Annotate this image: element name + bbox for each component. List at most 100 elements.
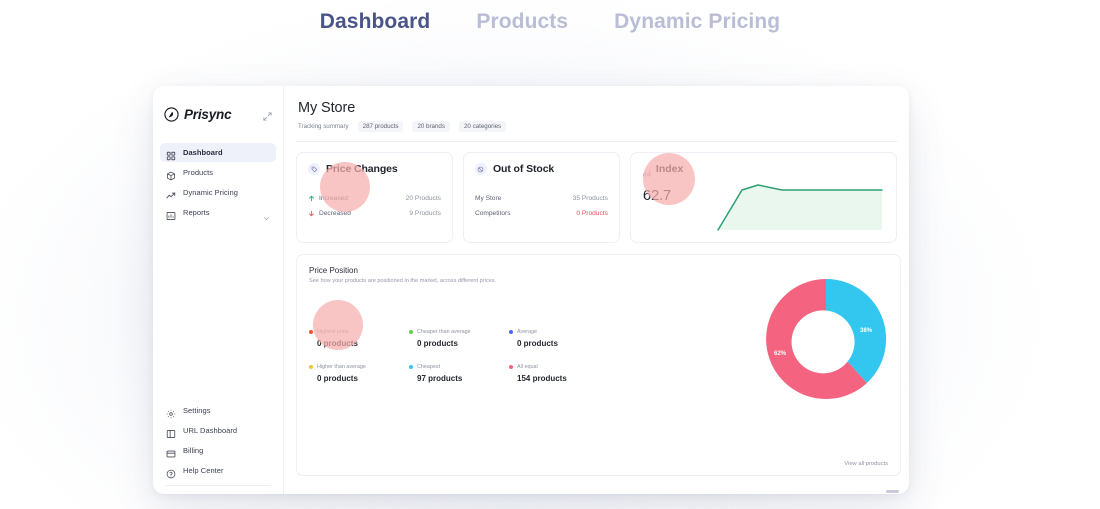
card-title: Index xyxy=(655,163,684,175)
arrow-down-icon xyxy=(308,210,315,217)
card-rows: Increased 20 Products Decreased 9 Produc… xyxy=(308,191,441,221)
sidebar-item-help-center[interactable]: Help Center xyxy=(160,461,276,480)
legend-dot-icon xyxy=(409,330,413,334)
row-value: 9 Products xyxy=(409,210,441,217)
trend-up-icon xyxy=(166,188,176,199)
legend-label: Average xyxy=(517,329,537,335)
sidebar-item-label: Settings xyxy=(183,406,211,415)
row-label: Decreased xyxy=(319,210,351,217)
grid-icon xyxy=(166,148,176,160)
card-header: Index xyxy=(642,163,885,177)
summary-chip-brands: 20 brands xyxy=(412,121,450,132)
legend-label: Cheaper than average xyxy=(417,329,471,335)
legend-dot-icon xyxy=(309,365,313,369)
sidebar-nav: Dashboard Products Dynamic Pricing Repor… xyxy=(153,142,283,223)
sidebar-item-label: Dynamic Pricing xyxy=(183,188,238,197)
layout-icon xyxy=(166,426,176,438)
prisync-logo-icon xyxy=(164,106,179,122)
donut-percent-all-equal: 62% xyxy=(774,351,787,357)
card-header: Out of Stock xyxy=(474,163,608,175)
sidebar-item-label: Billing xyxy=(183,446,204,455)
row-value: 20 Products xyxy=(405,195,441,202)
card-title: Out of Stock xyxy=(492,163,555,175)
tag-icon xyxy=(308,163,320,175)
brand[interactable]: Prisync xyxy=(153,96,283,128)
main-content: My Store Tracking summary 287 products 2… xyxy=(284,86,909,494)
legend-dot-icon xyxy=(509,330,513,334)
sidebar-item-label: Products xyxy=(183,168,213,177)
card-rows: My Store 35 Products Competitors 0 Produ… xyxy=(475,191,608,221)
out-of-stock-row-my-store: My Store 35 Products xyxy=(475,191,608,206)
legend-value: 0 products xyxy=(317,374,358,383)
index-sparkline-chart xyxy=(717,184,883,231)
app-window: Prisync Dashboard Products Dynamic Prici… xyxy=(153,86,909,494)
panel-title: Price Position xyxy=(309,266,358,275)
legend-item-cheapest: Cheapest 97 products xyxy=(409,364,509,383)
kpi-cards-row: Price Changes Increased 20 Products Decr… xyxy=(296,152,897,243)
index-card[interactable]: Index 62.7 xyxy=(629,152,897,243)
header-divider xyxy=(296,141,897,142)
legend-dot-icon xyxy=(309,330,313,334)
top-navigation: Dashboard Products Dynamic Pricing xyxy=(0,0,1100,44)
box-icon xyxy=(166,168,176,180)
sidebar-item-reports[interactable]: Reports xyxy=(160,203,276,222)
row-label: Increased xyxy=(319,195,348,202)
sidebar-item-billing[interactable]: Billing xyxy=(160,441,276,460)
out-of-stock-row-competitors: Competitors 0 Products xyxy=(475,206,608,221)
bar-chart-icon xyxy=(166,208,176,220)
out-of-stock-card[interactable]: Out of Stock My Store 35 Products Compet… xyxy=(462,152,620,243)
row-value: 0 Products xyxy=(576,210,608,217)
topnav-item-products[interactable]: Products xyxy=(476,10,568,34)
legend-value: 97 products xyxy=(417,374,463,383)
card-title: Price Changes xyxy=(326,163,398,175)
legend-item-average: Average 0 products xyxy=(509,329,609,348)
legend-value: 0 products xyxy=(317,339,358,348)
price-position-legend: Highest price 0 products Cheaper than av… xyxy=(309,329,609,383)
topnav-item-dashboard[interactable]: Dashboard xyxy=(320,10,431,34)
credit-card-icon xyxy=(166,446,176,457)
legend-dot-icon xyxy=(409,365,413,369)
price-position-donut-chart[interactable]: 38% 62% xyxy=(762,275,890,403)
question-circle-icon xyxy=(166,466,176,478)
gear-icon xyxy=(166,406,176,418)
legend-item-higher-than-average: Higher than average 0 products xyxy=(309,364,409,383)
legend-item-cheaper-than-average: Cheaper than average 0 products xyxy=(409,329,509,348)
page-title: My Store xyxy=(298,100,356,116)
sidebar-item-dashboard[interactable]: Dashboard xyxy=(160,143,276,162)
price-changes-row-increased: Increased 20 Products xyxy=(308,191,441,206)
legend-label: Higher than average xyxy=(317,364,366,370)
chevron-down-icon[interactable] xyxy=(263,209,270,221)
row-value: 35 Products xyxy=(572,195,608,202)
view-all-products-link[interactable]: View all products xyxy=(844,461,888,467)
sidebar-item-label: Help Center xyxy=(183,466,224,475)
card-header: Price Changes xyxy=(308,163,441,175)
tracking-summary: Tracking summary 287 products 20 brands … xyxy=(298,121,897,132)
donut-percent-cheapest: 38% xyxy=(859,328,872,334)
sidebar-item-label: URL Dashboard xyxy=(183,426,238,435)
collapse-icon[interactable] xyxy=(262,109,273,121)
legend-item-highest-price: Highest price 0 products xyxy=(309,329,409,348)
legend-dot-icon xyxy=(509,365,513,369)
sidebar-bottom-nav: Settings URL Dashboard Billing Help Cent… xyxy=(153,400,283,494)
arrow-up-icon xyxy=(308,195,315,202)
chart-icon xyxy=(642,165,651,177)
donut-svg xyxy=(766,278,887,399)
price-changes-row-decreased: Decreased 9 Products xyxy=(308,206,441,221)
sidebar-item-settings[interactable]: Settings xyxy=(160,401,276,420)
stock-icon xyxy=(474,163,487,175)
price-changes-card[interactable]: Price Changes Increased 20 Products Decr… xyxy=(296,152,453,243)
sidebar-item-products[interactable]: Products xyxy=(160,163,276,182)
price-position-panel: Price Position See how your products are… xyxy=(296,254,901,476)
sidebar-item-url-dashboard[interactable]: URL Dashboard xyxy=(160,421,276,440)
window-resize-indicator xyxy=(886,490,899,493)
legend-value: 154 products xyxy=(517,374,567,383)
summary-chip-products: 287 products xyxy=(357,121,404,132)
summary-label: Tracking summary xyxy=(298,123,349,130)
sidebar-divider xyxy=(165,485,271,486)
sidebar-item-label: Reports xyxy=(183,208,210,217)
brand-name: Prisync xyxy=(184,106,232,122)
legend-label: Cheapest xyxy=(417,364,441,370)
sidebar-item-label: Dashboard xyxy=(183,148,223,157)
sidebar-item-dynamic-pricing[interactable]: Dynamic Pricing xyxy=(160,183,276,202)
topnav-item-dynamic-pricing[interactable]: Dynamic Pricing xyxy=(614,10,780,34)
